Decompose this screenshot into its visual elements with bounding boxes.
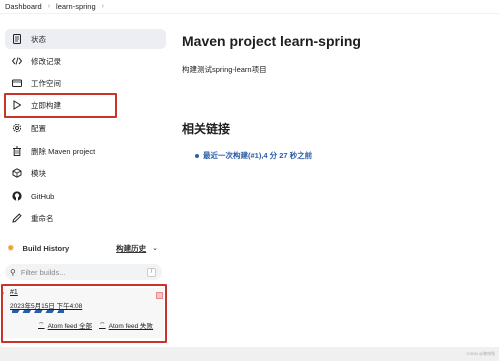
sidebar-item-label: GitHub — [31, 191, 55, 201]
chevron-right-icon: › — [47, 3, 51, 10]
trash-icon — [11, 146, 22, 157]
last-build-link[interactable]: 最近一次构建(#1),4 分 27 秒之前 — [203, 150, 312, 161]
highlight-box — [1, 284, 167, 343]
sidebar-item-modules[interactable]: 模块 — [5, 163, 166, 183]
sidebar-item-workspace[interactable]: 工作空间 — [5, 73, 166, 93]
chevron-right-icon[interactable]: › — [102, 3, 104, 10]
filter-builds-input[interactable]: ⚲ Filter builds... / — [5, 264, 162, 280]
sidebar-item-label: 配置 — [31, 123, 46, 133]
footer: CSDN @咖啡兔 — [0, 347, 499, 361]
sidebar-item-label: 状态 — [31, 34, 46, 44]
sidebar-item-label: 模块 — [31, 168, 46, 178]
filter-placeholder: Filter builds... — [20, 267, 66, 277]
bullet-icon — [195, 153, 199, 158]
section-title: 相关链接 — [182, 122, 231, 136]
gear-icon — [11, 123, 22, 134]
breadcrumb-project[interactable]: learn-spring — [56, 2, 96, 11]
document-icon — [11, 34, 22, 45]
sun-icon: ✹ — [7, 242, 15, 253]
breadcrumb-dashboard[interactable]: Dashboard — [5, 2, 42, 11]
sidebar-item-configure[interactable]: 配置 — [5, 118, 166, 138]
sidebar-item-label: 重命名 — [31, 213, 54, 223]
build-history-header: ✹ Build History 构建历史 ⌄ — [5, 240, 166, 256]
folder-icon — [11, 78, 22, 89]
pencil-icon — [11, 213, 22, 224]
sidebar-item-rename[interactable]: 重命名 — [5, 208, 166, 228]
cube-icon — [11, 168, 22, 179]
github-icon — [11, 191, 22, 202]
code-icon — [11, 56, 22, 67]
page-title: Maven project learn-spring — [182, 33, 361, 49]
sidebar-item-status[interactable]: 状态 — [5, 29, 166, 49]
project-description: 构建测试spring-learn项目 — [182, 65, 267, 74]
build-trend-link[interactable]: 构建历史 — [116, 243, 146, 254]
list-item: 最近一次构建(#1),4 分 27 秒之前 — [195, 150, 312, 161]
keyboard-shortcut-badge: / — [147, 267, 156, 277]
search-icon: ⚲ — [10, 267, 16, 277]
highlight-box — [4, 93, 117, 118]
sidebar-item-label: 修改记录 — [31, 56, 61, 66]
build-history-title: Build History — [22, 243, 70, 253]
sidebar-item-github[interactable]: GitHub — [5, 186, 166, 206]
breadcrumb: Dashboard › learn-spring › — [0, 0, 499, 14]
sidebar-item-changes[interactable]: 修改记录 — [5, 51, 166, 71]
watermark: CSDN @咖啡兔 — [466, 351, 495, 356]
chevron-down-icon[interactable]: ⌄ — [152, 244, 158, 252]
sidebar-item-label: 工作空间 — [31, 78, 61, 88]
sidebar-item-delete[interactable]: 删除 Maven project — [5, 141, 166, 161]
sidebar-item-label: 删除 Maven project — [31, 146, 96, 156]
